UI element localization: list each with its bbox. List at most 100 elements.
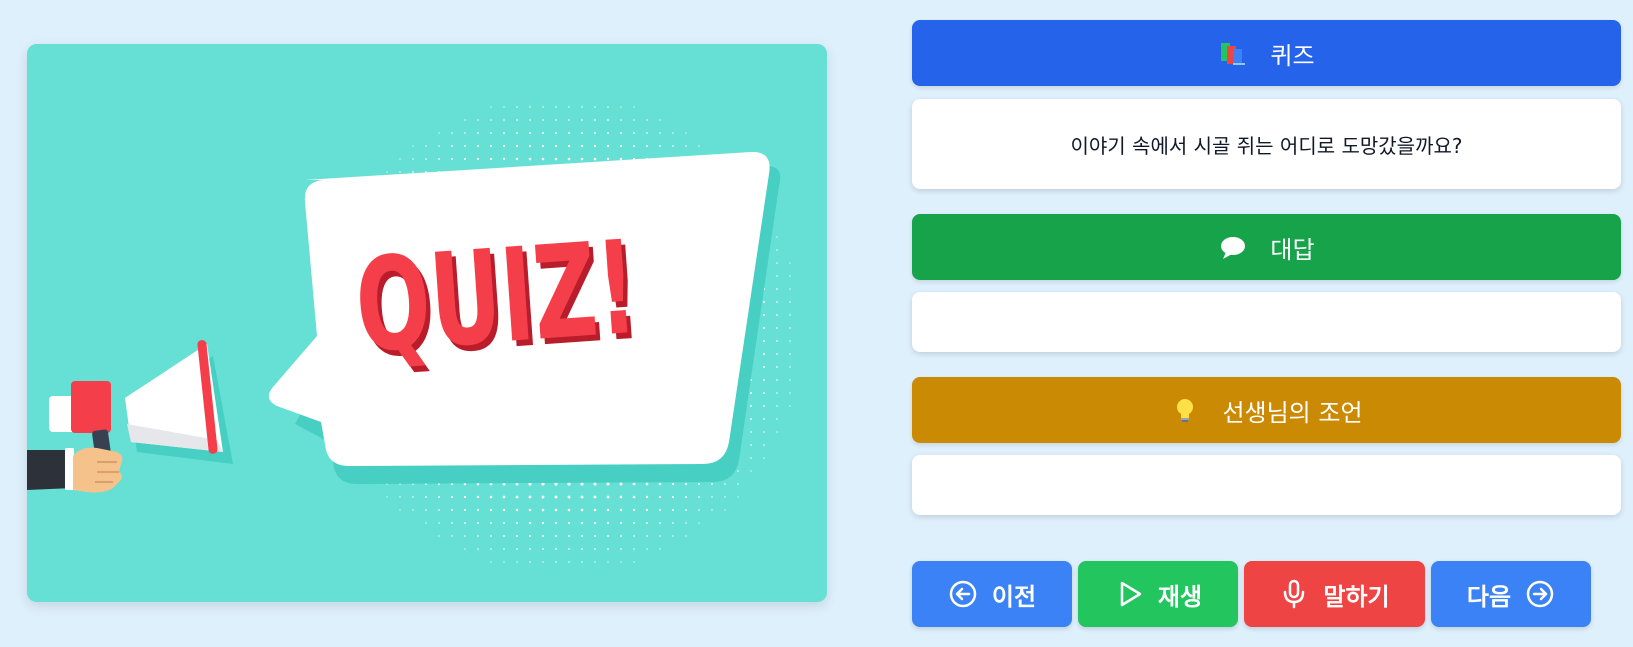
halftone-dot: [671, 482, 675, 486]
halftone-dot: [516, 535, 518, 537]
halftone-dot: [502, 521, 506, 525]
halftone-dot: [763, 431, 765, 433]
halftone-dot: [789, 288, 791, 290]
halftone-dot: [633, 548, 635, 550]
halftone-dot: [619, 157, 623, 161]
halftone-dot: [451, 132, 453, 134]
lightbulb-icon: [1170, 395, 1200, 425]
halftone-dot: [580, 521, 584, 525]
halftone-dot: [412, 171, 414, 173]
halftone-dot: [541, 144, 545, 148]
halftone-dot: [606, 495, 610, 499]
halftone-dot: [763, 379, 765, 381]
halftone-dot: [632, 482, 636, 486]
halftone-dot: [659, 145, 661, 147]
halftone-dot: [554, 482, 558, 486]
halftone-dot: [593, 157, 597, 161]
halftone-dot: [632, 144, 636, 148]
halftone-dot: [555, 561, 557, 563]
halftone-dot: [646, 132, 648, 134]
halftone-dot: [594, 119, 596, 121]
halftone-dot: [464, 535, 466, 537]
halftone-dot: [451, 145, 453, 147]
halftone-dot: [620, 119, 622, 121]
halftone-dot: [607, 535, 609, 537]
books-icon: [1218, 38, 1248, 68]
speak-button[interactable]: 말하기: [1244, 561, 1425, 627]
halftone-dot: [567, 131, 571, 135]
halftone-dot: [620, 535, 622, 537]
halftone-dot: [750, 418, 752, 420]
halftone-dot: [750, 431, 752, 433]
halftone-dot: [554, 534, 558, 538]
halftone-dot: [685, 522, 687, 524]
halftone-dot: [672, 522, 674, 524]
halftone-dot: [633, 132, 635, 134]
halftone-dot: [594, 548, 596, 550]
halftone-dot: [776, 236, 778, 238]
halftone-dot: [581, 535, 583, 537]
halftone-dot: [438, 145, 440, 147]
halftone-dot: [477, 548, 479, 550]
play-button[interactable]: 재생: [1078, 561, 1238, 627]
halftone-dot: [606, 144, 610, 148]
megaphone-quiz-image: QUIZ! QUIZ!: [27, 44, 827, 602]
halftone-dot: [438, 535, 440, 537]
halftone-dot: [789, 262, 791, 264]
quiz-question: 이야기 속에서 시골 쥐는 어디로 도망갔을까요?: [1070, 133, 1463, 158]
quiz-word: QUIZ!: [351, 212, 642, 381]
halftone-dot: [685, 509, 687, 511]
halftone-dot: [619, 521, 623, 525]
halftone-dot: [659, 132, 661, 134]
halftone-dot: [515, 521, 519, 525]
halftone-dot: [776, 301, 778, 303]
halftone-dot: [516, 548, 518, 550]
halftone-dot: [776, 405, 778, 407]
prev-button[interactable]: 이전: [912, 561, 1072, 627]
halftone-dot: [763, 314, 765, 316]
halftone-dot: [632, 508, 636, 512]
halftone-dot: [607, 132, 609, 134]
halftone-dot: [477, 119, 479, 121]
answer-header-label: 대답: [1270, 235, 1315, 264]
halftone-dot: [659, 119, 661, 121]
halftone-dot: [711, 509, 713, 511]
halftone-dot: [776, 392, 778, 394]
halftone-dot: [490, 119, 492, 121]
halftone-dot: [477, 522, 479, 524]
halftone-dot: [528, 521, 532, 525]
halftone-dot: [594, 132, 596, 134]
halftone-dot: [776, 340, 778, 342]
halftone-dot: [438, 158, 440, 160]
halftone-dot: [789, 301, 791, 303]
halftone-dot: [503, 561, 505, 563]
halftone-dot: [528, 144, 532, 148]
halftone-dot: [724, 483, 726, 485]
halftone-dot: [776, 275, 778, 277]
answer-box[interactable]: [912, 292, 1621, 352]
halftone-dot: [607, 106, 609, 108]
halftone-dot: [425, 145, 427, 147]
halftone-dot: [620, 548, 622, 550]
halftone-dot: [502, 495, 506, 499]
halftone-dot: [503, 106, 505, 108]
advice-header-label: 선생님의 조언: [1222, 398, 1363, 427]
halftone-dot: [542, 561, 544, 563]
halftone-dot: [554, 521, 558, 525]
next-button[interactable]: 다음: [1431, 561, 1591, 627]
halftone-dot: [464, 145, 466, 147]
halftone-dot: [763, 444, 765, 446]
halftone-dot: [490, 548, 492, 550]
halftone-dot: [646, 145, 648, 147]
halftone-dot: [580, 495, 584, 499]
halftone-dot: [555, 119, 557, 121]
halftone-dot: [581, 561, 583, 563]
halftone-dot: [749, 404, 753, 408]
halftone-dot: [567, 495, 571, 499]
halftone-dot: [672, 535, 674, 537]
quiz-panel: 퀴즈 이야기 속에서 시골 쥐는 어디로 도망갔을까요? 대답 선생님의 조언: [912, 20, 1621, 515]
halftone-dot: [789, 314, 791, 316]
halftone-dot: [568, 561, 570, 563]
halftone-dot: [646, 535, 648, 537]
halftone-dot: [762, 326, 766, 330]
